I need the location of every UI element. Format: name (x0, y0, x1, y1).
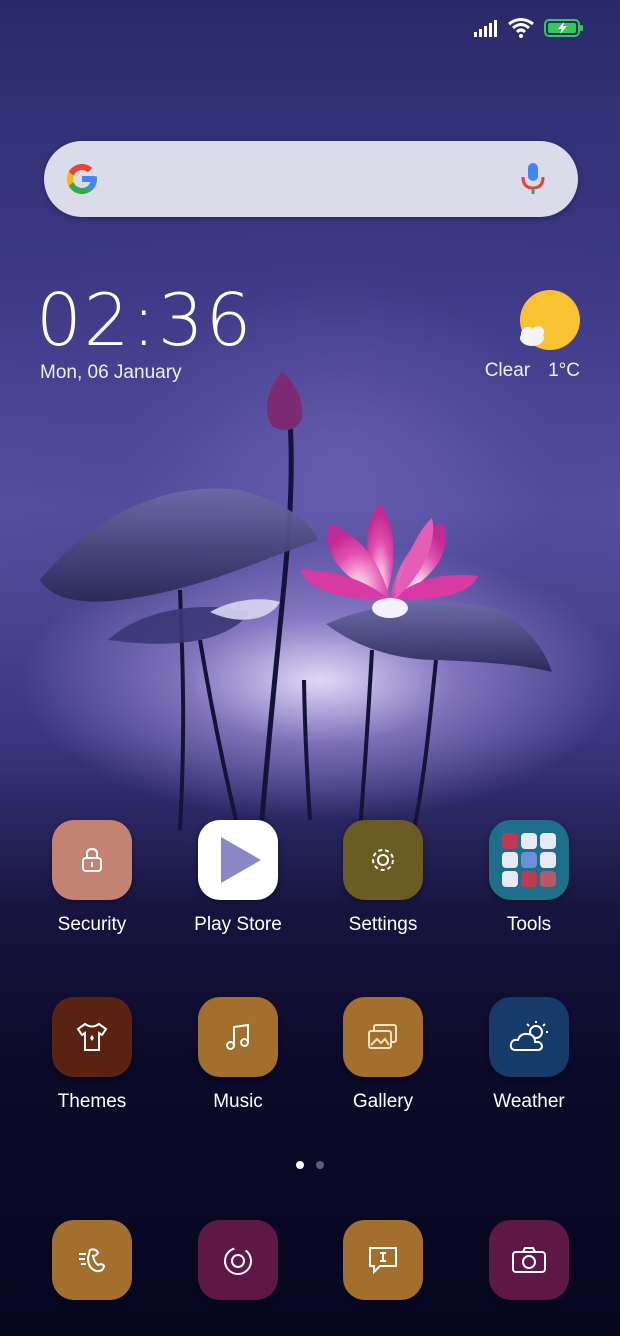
sun-cloud-icon[interactable] (516, 288, 582, 359)
app-label: Weather (493, 1091, 565, 1112)
app-label: Tools (506, 914, 552, 935)
app-music[interactable]: Music (178, 997, 298, 1113)
battery-charging-icon (544, 18, 584, 38)
clock-time[interactable]: 02:36 (36, 284, 254, 356)
app-gallery[interactable]: Gallery (323, 997, 443, 1113)
lock-icon (52, 820, 132, 900)
phone-icon (52, 1220, 132, 1300)
app-settings[interactable]: Settings (323, 820, 443, 936)
app-weather[interactable]: Weather (469, 997, 589, 1113)
folder-tools[interactable]: Tools (469, 820, 589, 936)
tshirt-icon (52, 997, 132, 1077)
wifi-icon (508, 18, 534, 38)
weather-widget-text[interactable]: Clear 1°C (485, 360, 580, 382)
app-label: Security (57, 914, 127, 935)
gear-icon (343, 820, 423, 900)
app-label: Gallery (352, 1091, 414, 1112)
weather-temperature: 1°C (548, 360, 580, 381)
app-security[interactable]: Security (32, 820, 152, 936)
message-icon (343, 1220, 423, 1300)
app-label: Settings (348, 914, 418, 935)
weather-condition: Clear (484, 360, 531, 381)
dock-camera[interactable] (469, 1220, 589, 1300)
microphone-icon[interactable] (520, 161, 546, 202)
music-note-icon (198, 997, 278, 1077)
app-label: Themes (57, 1091, 127, 1112)
dock-messages[interactable] (323, 1220, 443, 1300)
browser-icon (198, 1220, 278, 1300)
play-triangle-icon (198, 820, 278, 900)
signal-icon (474, 19, 498, 37)
app-label: Play Store (194, 914, 282, 935)
app-themes[interactable]: Themes (32, 997, 152, 1113)
search-input[interactable] (118, 159, 502, 201)
dock-phone[interactable] (32, 1220, 152, 1300)
app-label: Music (213, 1091, 263, 1112)
status-bar (474, 14, 584, 42)
folder-grid-icon (489, 820, 569, 900)
clock-date: Mon, 06 January (40, 362, 182, 383)
google-search-bar[interactable] (44, 141, 578, 217)
page-dot-active[interactable] (296, 1161, 304, 1169)
page-dot[interactable] (316, 1161, 324, 1169)
page-indicator[interactable] (0, 1161, 620, 1169)
cloud-sun-icon (489, 997, 569, 1077)
photos-icon (343, 997, 423, 1077)
dock-browser[interactable] (178, 1220, 298, 1300)
app-play-store[interactable]: Play Store (178, 820, 298, 936)
camera-icon (489, 1220, 569, 1300)
google-g-icon (64, 161, 100, 202)
